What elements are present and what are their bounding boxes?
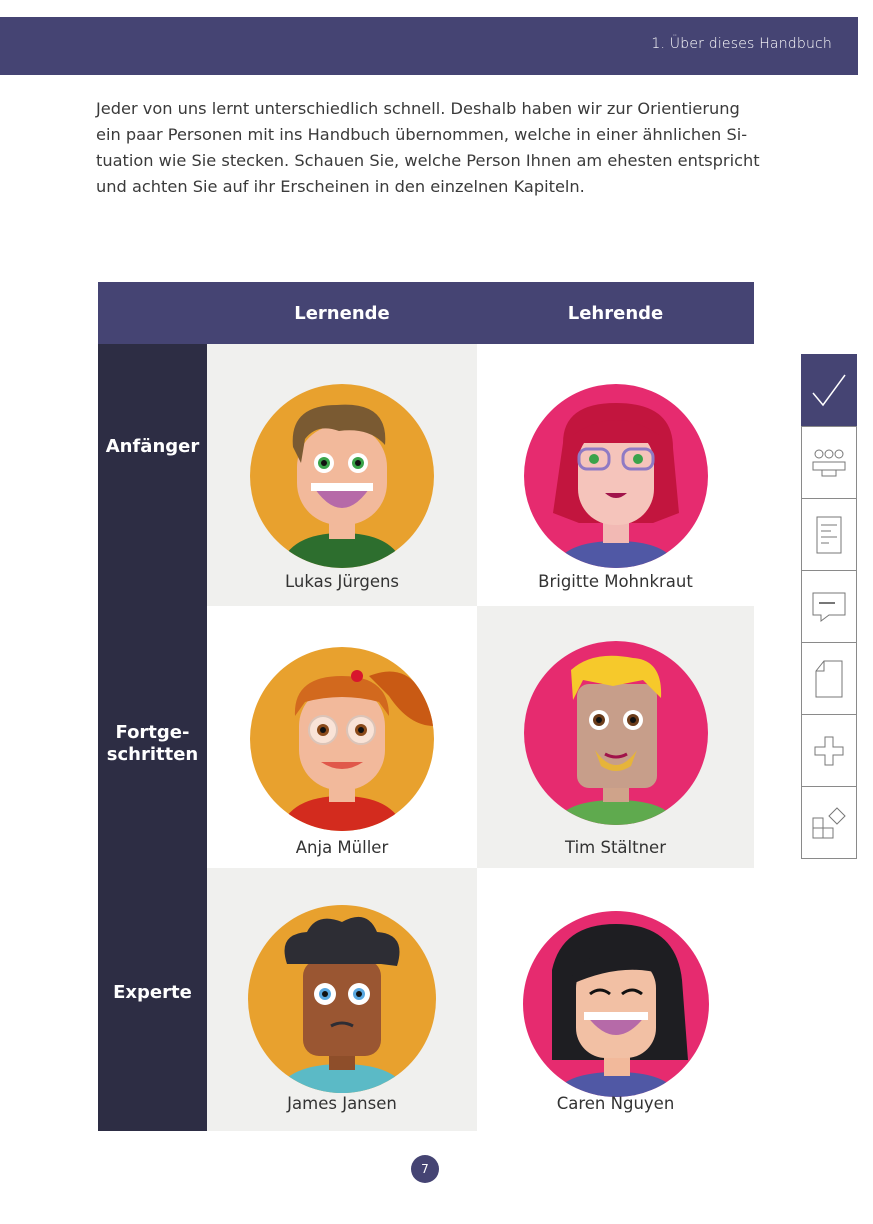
shapes-icon [812, 806, 846, 838]
caren-avatar [522, 911, 709, 1097]
intro-line: ein paar Personen mit ins Handbuch übern… [96, 125, 748, 144]
james-avatar [248, 905, 436, 1093]
persona-cell: Caren Nguyen [477, 868, 754, 1131]
column-header-bar: Lernende Lehrende [98, 282, 754, 344]
sidebar-item-page[interactable] [801, 642, 857, 715]
lukas-avatar [250, 384, 434, 568]
comment-icon [812, 592, 846, 622]
intro-line: und achten Sie auf ihr Erscheinen in den… [96, 177, 585, 196]
tim-avatar [523, 641, 708, 825]
chapter-title: 1. Über dieses Handbuch [651, 36, 832, 52]
checkmark-icon [812, 374, 846, 406]
column-header-teachers: Lehrende [567, 303, 664, 324]
sidebar-item-shapes[interactable] [801, 786, 857, 859]
persona-name: Caren Nguyen [556, 1094, 675, 1113]
persona-grid: Lernende Lehrende Anfänger Fortge- schri… [98, 282, 754, 1131]
sidebar-item-comment[interactable] [801, 570, 857, 643]
sidebar-item-group[interactable] [801, 426, 857, 499]
chapter-sidebar [801, 354, 857, 864]
intro-paragraph: Jeder von uns lernt unterschiedlich schn… [96, 96, 760, 200]
page-number-badge: 7 [411, 1155, 439, 1183]
sidebar-item-plus[interactable] [801, 714, 857, 787]
row-label-beginner: Anfänger [105, 436, 200, 457]
row-header-bar: Anfänger Fortge- schritten Experte [98, 344, 207, 1131]
anja-avatar [250, 647, 434, 831]
persona-name: Lukas Jürgens [284, 572, 400, 591]
persona-name: Brigitte Mohnkraut [538, 572, 693, 591]
persona-cell: James Jansen [207, 868, 477, 1131]
persona-name: Tim Stältner [565, 838, 666, 857]
persona-cell: Brigitte Mohnkraut [477, 344, 754, 606]
page-icon [815, 660, 843, 697]
column-header-learners: Lernende [294, 303, 390, 324]
intro-line: Jeder von uns lernt unterschiedlich schn… [96, 99, 740, 118]
brigitte-avatar [523, 384, 708, 568]
sidebar-item-document[interactable] [801, 498, 857, 571]
plus-icon [814, 736, 844, 765]
persona-name: James Jansen [287, 1094, 397, 1113]
document-icon [816, 516, 842, 553]
sidebar-item-check[interactable] [801, 354, 857, 427]
row-label-expert: Experte [113, 982, 192, 1003]
row-label-advanced: Fortge- schritten [106, 722, 199, 765]
persona-cell: Anja Müller [207, 606, 477, 868]
intro-line: tuation wie Sie stecken. Schauen Sie, we… [96, 151, 760, 170]
group-icon [812, 449, 846, 476]
persona-name: Anja Müller [295, 838, 389, 857]
header-bar: 1. Über dieses Handbuch [0, 17, 858, 75]
persona-cell: Tim Stältner [477, 606, 754, 868]
persona-cell: Lukas Jürgens [207, 344, 477, 606]
